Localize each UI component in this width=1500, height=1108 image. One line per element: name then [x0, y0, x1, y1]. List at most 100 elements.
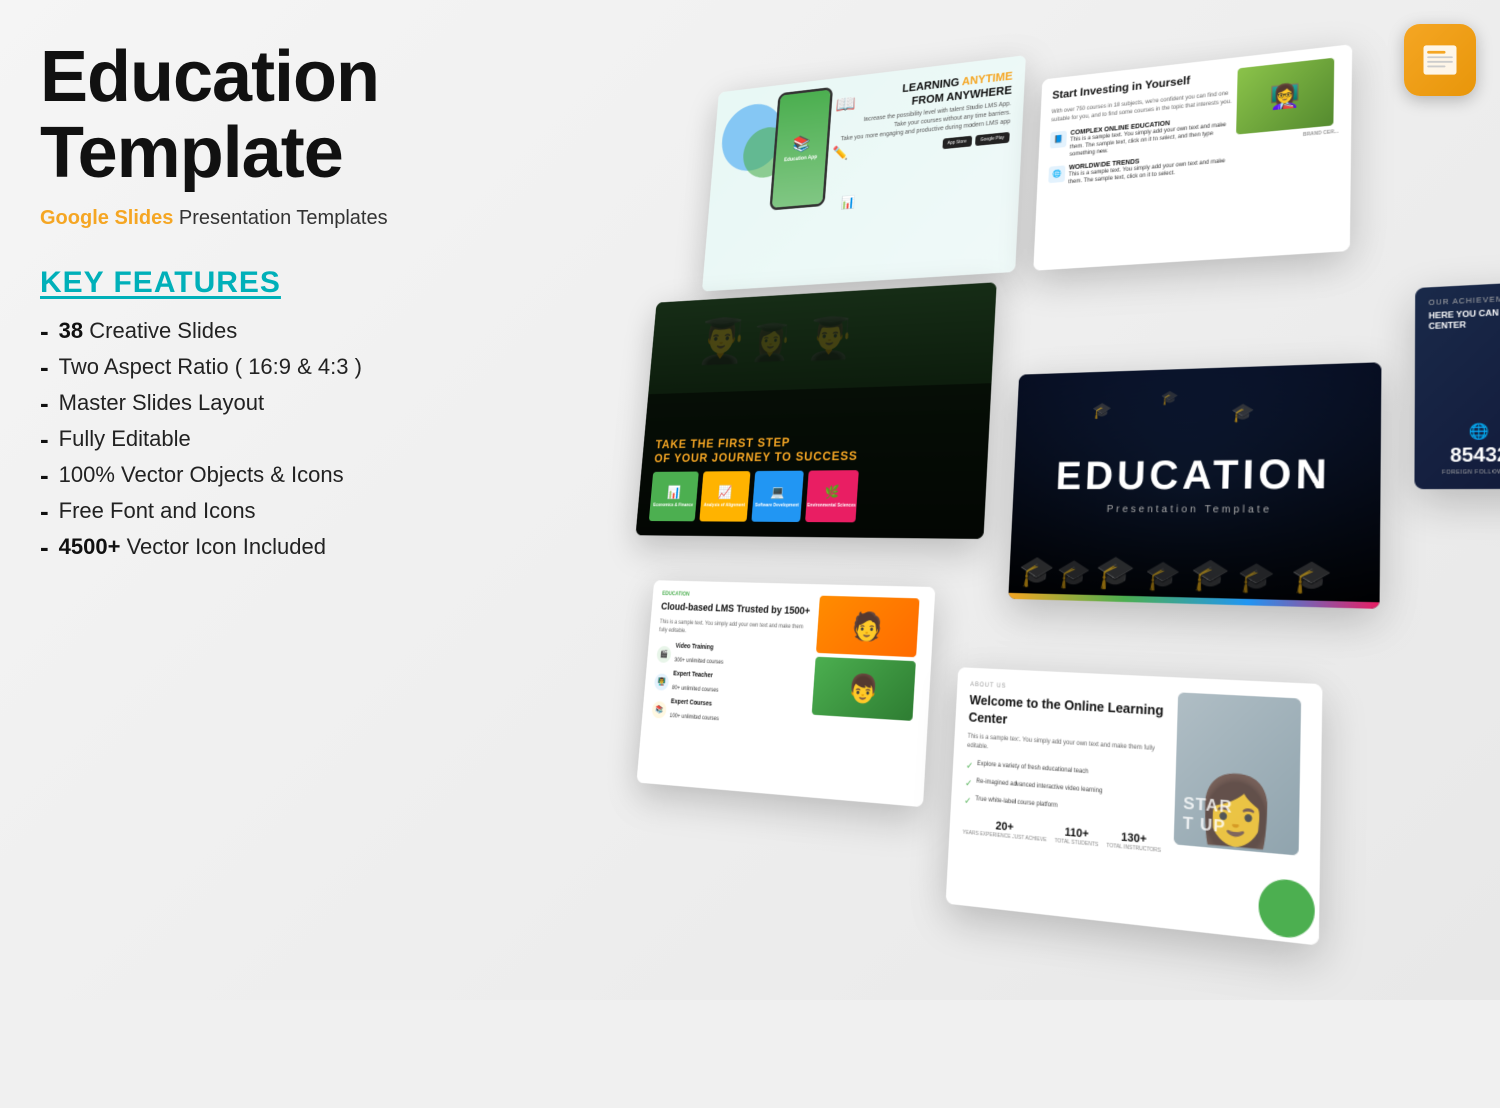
feature-dash-7: - [40, 534, 49, 560]
slide2-photo: 👩‍🏫 [1236, 58, 1334, 135]
slide2-image-area: 👩‍🏫 BRAND CER... [1233, 57, 1339, 246]
stat-item-1: 🌐 85432 FOREIGN FOLLOWERS [1442, 422, 1500, 476]
feature-item-3: - Master Slides Layout [40, 390, 540, 416]
slide7-feat3-text: True white-label course platform [975, 795, 1058, 811]
stat-number-1: 85432 [1442, 444, 1500, 468]
stat-icon-1: 🌐 [1442, 422, 1500, 442]
slide-thumb-7: About Us Welcome to the Online Learning … [946, 667, 1323, 945]
app-store-btn[interactable]: App Store [942, 135, 972, 149]
slide7-stat3-num: 130+ [1107, 829, 1162, 847]
slide4-color-bar [1008, 593, 1379, 609]
feature-item-2: - Two Aspect Ratio ( 16:9 & 4:3 ) [40, 354, 540, 380]
feature-text-2: Two Aspect Ratio ( 16:9 & 4:3 ) [59, 354, 362, 380]
slide-thumb-6: Education Cloud-based LMS Trusted by 150… [636, 580, 935, 807]
slide-thumb-4: 🎓 🎓 🎓 🎓 🎓 🎓 🎓 🎓 🎓 🎓 EDUCATION Presentati… [1008, 362, 1381, 609]
card-env: 🌿 Environmental Sciences [805, 470, 859, 522]
slide1-headline-area: LEARNING ANYTIMEFROM ANYWHERE Increase t… [839, 69, 1013, 159]
feature-text-5: 100% Vector Objects & Icons [59, 462, 344, 488]
slide6-item2-title: Expert Teacher [673, 671, 720, 680]
feature-text-3: Master Slides Layout [59, 390, 264, 416]
slide7-stat1-label: YEARS EXPERIENCE JUST ACHIEVE [962, 829, 1046, 843]
slide6-photo-green: 👦 [812, 657, 916, 721]
slide7-feature-3: ✓ True white-label course platform [964, 794, 1164, 823]
slide7-stats: 20+ YEARS EXPERIENCE JUST ACHIEVE 110+ T… [962, 817, 1163, 854]
slide7-photo: 👩 START UP [1174, 692, 1302, 855]
slide3-content: TAKE THE FIRST STEPOF YOUR JOURNEY TO SU… [649, 432, 975, 523]
card-economics: 📊 Economics & Finance [649, 472, 699, 522]
slide2-content: Start Investing in Yourself With over 75… [1045, 68, 1238, 258]
slide3-tagline: TAKE THE FIRST STEPOF YOUR JOURNEY TO SU… [654, 432, 975, 465]
slide7-feat2-text: Re-imagined advanced interactive video l… [976, 777, 1103, 796]
slide7-stat2-label: TOTAL STUDENTS [1054, 838, 1098, 849]
slide4-subtitle: Presentation Template [1106, 504, 1272, 516]
feature-dash-1: - [40, 318, 49, 344]
slide6-item-1: 🎬 Video Training 300+ unlimited courses [656, 642, 809, 673]
slide-thumb-1: 📚 Education App LEARNING ANYTIMEFROM ANY… [702, 55, 1026, 291]
slide2-icon-1: 📘 [1050, 130, 1067, 148]
slide6-left: Education Cloud-based LMS Trusted by 150… [647, 591, 813, 784]
startup-text: START UP [1182, 794, 1233, 838]
feature-dash-6: - [40, 498, 49, 524]
feature-item-7: - 4500+ Vector Icon Included [40, 534, 540, 560]
card-analysis: 📈 Analysis of Alignment [699, 471, 750, 522]
slide4-main-title: EDUCATION [1055, 451, 1332, 499]
feature-item-4: - Fully Editable [40, 426, 540, 452]
slide6-photo-orange: 🧑 [816, 596, 920, 658]
slides-preview: 📚 Education App LEARNING ANYTIMEFROM ANY… [599, 0, 1500, 1081]
slide6-person1-icon: 🧑 [851, 610, 883, 643]
slide7-feature-2: ✓ Re-imagined advanced interactive video… [965, 776, 1165, 804]
slide6-dot-1: 🎬 [656, 646, 671, 663]
feature-item-5: - 100% Vector Objects & Icons [40, 462, 540, 488]
slide-thumb-2: Start Investing in Yourself With over 75… [1033, 44, 1352, 271]
slide-thumb-5: OUR ACHIEVEMENTS HERE YOU CAN REVIEW SOM… [1414, 269, 1500, 489]
phone-mockup: 📚 Education App [769, 87, 833, 211]
slide6-desc: This is a sample text. You simply add yo… [659, 619, 812, 642]
slide7-left: About Us Welcome to the Online Learning … [960, 682, 1168, 912]
deco-book-icon: 📖 [835, 92, 856, 115]
slide7-title: Welcome to the Online Learning Center [968, 692, 1167, 739]
feature-text-6: Free Font and Icons [59, 498, 256, 524]
feature-list: - 38 Creative Slides - Two Aspect Ratio … [40, 318, 540, 560]
slide6-item1-text: 300+ unlimited courses [674, 658, 723, 666]
stat-label-1: FOREIGN FOLLOWERS [1442, 469, 1500, 476]
slide7-right: 👩 START UP [1172, 692, 1307, 927]
feature-dash-3: - [40, 390, 49, 416]
slide7-stat-3: 130+ TOTAL INSTRUCTORS [1106, 829, 1161, 854]
slide5-header: OUR ACHIEVEMENTS [1429, 283, 1500, 307]
slide6-dot-3: 📚 [651, 701, 666, 719]
deco-pencil-icon: ✏️ [832, 144, 849, 163]
slide6-person2-icon: 👦 [847, 671, 880, 705]
slide2-brand-badge: BRAND CER... [1303, 129, 1339, 138]
google-play-btn[interactable]: Google Play [975, 132, 1010, 146]
deco-chart-icon: 📊 [840, 195, 855, 211]
check-icon-2: ✓ [965, 777, 973, 789]
slide5-stats: 🌐 85432 FOREIGN FOLLOWERS 🏆 12233 CLASSE… [1428, 417, 1500, 476]
feature-bold-7: 4500+ [59, 534, 121, 559]
slide7-stat2-num: 110+ [1055, 825, 1099, 842]
slide7-stat3-label: TOTAL INSTRUCTORS [1106, 842, 1161, 854]
brand-name: Google Slides [40, 207, 173, 229]
slide6-item2-text: 80+ unlimited courses [672, 686, 719, 694]
key-features-heading: KEY FEATURES [40, 266, 540, 300]
slide7-tag: About Us [970, 682, 1168, 698]
slide4-title-area: EDUCATION Presentation Template [1054, 451, 1331, 518]
feature-dash-2: - [40, 354, 49, 380]
slide2-icon-2: 🌐 [1048, 165, 1065, 183]
slide6-title: Cloud-based LMS Trusted by 1500+ [661, 600, 813, 618]
slide6-item-2: 👨‍🏫 Expert Teacher 80+ unlimited courses [654, 670, 808, 702]
slide7-desc: This is a sample text. You simply add yo… [967, 732, 1166, 764]
subtitle-rest: Presentation Templates [179, 207, 388, 229]
page-title: Education Template [40, 40, 540, 191]
feature-text-4: Fully Editable [59, 426, 191, 452]
check-icon-1: ✓ [966, 760, 974, 772]
slide7-circle [1258, 877, 1315, 940]
slide-thumb-3: 👨‍🎓 👩‍🎓 👨‍🎓 TAKE THE FIRST STEPOF YOUR J… [636, 282, 997, 539]
feature-bold-1: 38 [59, 318, 83, 343]
slide6-item-3: 📚 Expert Courses 100+ unlimited courses [651, 698, 805, 731]
feature-item-6: - Free Font and Icons [40, 498, 540, 524]
left-panel: Education Template Google Slides Present… [40, 40, 540, 560]
feature-item-1: - 38 Creative Slides [40, 318, 540, 344]
slide7-stat1-num: 20+ [963, 817, 1048, 837]
slide6-right: 🧑 👦 [807, 596, 924, 794]
slide6-dot-2: 👨‍🏫 [654, 673, 669, 690]
